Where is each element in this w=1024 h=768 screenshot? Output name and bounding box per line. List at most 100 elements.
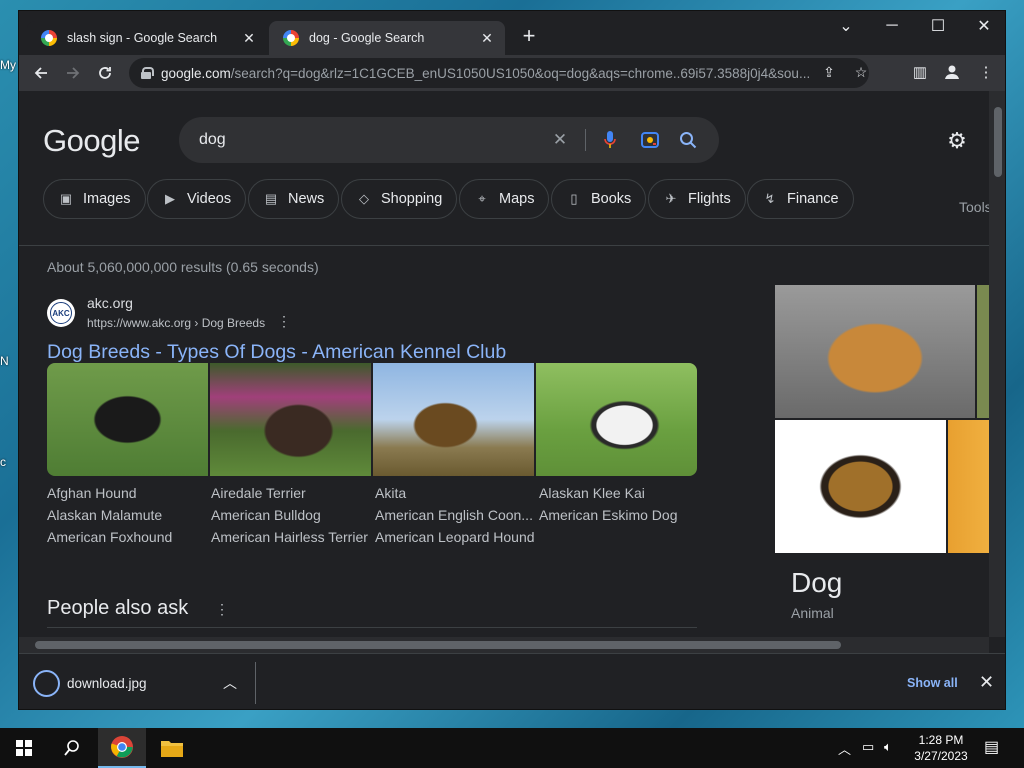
desktop-icon-label[interactable]: My — [0, 58, 16, 72]
minimize-button[interactable]: ─ — [869, 11, 915, 41]
knowledge-panel: Dog Animal — [775, 285, 989, 637]
book-icon: ▯ — [570, 191, 578, 206]
breed-thumbnails — [47, 363, 697, 476]
tag-icon: ◇ — [359, 191, 369, 206]
search-icon[interactable] — [677, 129, 699, 151]
tab-slash-sign[interactable]: slash sign - Google Search ✕ — [27, 21, 267, 55]
result-more-icon[interactable]: ⋮ — [277, 313, 291, 330]
breed-link[interactable]: American Foxhound — [47, 529, 172, 545]
desktop-icon-label[interactable]: N — [0, 354, 9, 368]
bookmark-star-icon[interactable]: ☆ — [851, 64, 871, 81]
download-progress-icon — [33, 670, 60, 697]
browser-menu-icon[interactable]: ⋮ — [975, 63, 997, 83]
tools-button[interactable]: Tools — [959, 199, 989, 215]
windows-start-icon[interactable] — [0, 728, 48, 768]
search-divider — [585, 129, 586, 151]
notifications-icon[interactable]: ▤ — [984, 737, 999, 757]
thumbnail-alaskan-klee-kai[interactable] — [536, 363, 697, 476]
settings-gear-icon[interactable]: ⚙ — [945, 129, 969, 153]
image-icon: ▣ — [59, 191, 73, 206]
close-window-button[interactable]: ✕ — [961, 11, 1005, 41]
search-query[interactable]: dog — [199, 131, 226, 149]
breed-link[interactable]: Alaskan Klee Kai — [539, 485, 645, 501]
news-icon: ▤ — [264, 191, 278, 206]
thumbnail-afghan-hound[interactable] — [47, 363, 208, 476]
breed-link[interactable]: American Bulldog — [211, 507, 321, 523]
volume-icon[interactable]: 🔈︎ — [884, 739, 892, 755]
kp-image-german-shepherd[interactable] — [775, 420, 946, 553]
chip-shopping[interactable]: ◇ Shopping — [341, 179, 458, 219]
windows-taskbar: ︿ ▭ 🔈︎ 1:28 PM 3/27/2023 ▤ — [0, 728, 1024, 768]
taskbar-clock[interactable]: 1:28 PM 3/27/2023 — [906, 732, 976, 764]
google-logo[interactable]: Google — [43, 123, 140, 159]
breed-link[interactable]: American Hairless Terrier — [211, 529, 368, 545]
close-download-bar-icon[interactable]: ✕ — [979, 672, 994, 693]
result-site-name[interactable]: akc.org — [87, 295, 133, 311]
chip-news[interactable]: ▤ News — [248, 179, 340, 219]
breed-link[interactable]: American Leopard Hound — [375, 529, 535, 545]
chip-flights[interactable]: ✈ Flights — [648, 179, 746, 219]
video-icon: ▶ — [165, 191, 175, 206]
breed-link[interactable]: Akita — [375, 485, 406, 501]
clear-icon[interactable]: ✕ — [549, 129, 571, 151]
chip-images[interactable]: ▣ Images — [43, 179, 146, 219]
chip-books[interactable]: ▯ Books — [551, 179, 647, 219]
chip-videos[interactable]: ▶ Videos — [147, 179, 247, 219]
breed-link[interactable]: Airedale Terrier — [211, 485, 306, 501]
close-tab-icon[interactable]: ✕ — [479, 30, 495, 47]
profile-icon[interactable] — [941, 63, 963, 83]
reload-icon[interactable] — [91, 59, 119, 87]
breed-link[interactable]: Afghan Hound — [47, 485, 137, 501]
header-divider — [19, 245, 989, 246]
scrollbar-thumb[interactable] — [35, 641, 841, 649]
forward-arrow-icon[interactable] — [59, 59, 87, 87]
plane-icon: ✈ — [665, 191, 677, 206]
download-filename[interactable]: download.jpg — [67, 676, 147, 691]
side-panel-icon[interactable]: ▥ — [909, 63, 931, 83]
kp-image-partial[interactable] — [977, 285, 989, 418]
chip-finance[interactable]: ↯ Finance — [747, 179, 854, 219]
search-input[interactable]: dog ✕ — [179, 117, 719, 163]
kp-title: Dog — [791, 567, 843, 598]
network-icon[interactable]: ▭ — [862, 739, 874, 755]
google-favicon-icon — [283, 30, 299, 46]
download-bar: download.jpg ︿ Show all ✕ — [19, 653, 1005, 709]
close-tab-icon[interactable]: ✕ — [241, 30, 257, 47]
tray-chevron-up-icon[interactable]: ︿ — [838, 739, 851, 758]
share-icon[interactable]: ⇪ — [819, 64, 839, 81]
page-content: Google dog ✕ ⚙ ▣ Images ▶ Videos ▤ News ◇ Sh… — [19, 91, 989, 637]
taskbar-search-icon[interactable] — [48, 728, 96, 768]
file-explorer-icon[interactable] — [148, 728, 196, 768]
breed-link[interactable]: American Eskimo Dog — [539, 507, 678, 523]
desktop-icon-label[interactable]: c — [0, 455, 6, 469]
thumbnail-airedale-terrier[interactable] — [210, 363, 371, 476]
lock-icon[interactable] — [141, 67, 154, 79]
camera-lens-icon[interactable] — [639, 129, 661, 151]
new-tab-button[interactable]: + — [517, 25, 541, 49]
kp-image-golden-retriever[interactable] — [775, 285, 975, 418]
breed-link[interactable]: American English Coon... — [375, 507, 533, 523]
back-arrow-icon[interactable] — [27, 59, 55, 87]
chrome-taskbar-icon[interactable] — [98, 728, 146, 768]
paa-more-icon[interactable]: ⋮ — [215, 601, 229, 618]
address-bar[interactable]: google.com/search?q=dog&rlz=1C1GCEB_enUS… — [129, 58, 869, 88]
browser-window: slash sign - Google Search ✕ dog - Googl… — [18, 10, 1006, 710]
tab-title: slash sign - Google Search — [67, 31, 218, 45]
chevron-up-icon[interactable]: ︿ — [223, 673, 237, 693]
tab-dog[interactable]: dog - Google Search ✕ — [269, 21, 505, 55]
breed-link[interactable]: Alaskan Malamute — [47, 507, 162, 523]
horizontal-scrollbar[interactable] — [19, 637, 989, 653]
thumbnail-akita[interactable] — [373, 363, 534, 476]
kp-image-partial-2[interactable] — [948, 420, 989, 553]
microphone-icon[interactable] — [599, 129, 621, 151]
google-favicon-icon — [41, 30, 57, 46]
result-cite[interactable]: https://www.akc.org › Dog Breeds — [87, 316, 265, 330]
show-all-downloads-button[interactable]: Show all — [907, 676, 958, 690]
result-title-link[interactable]: Dog Breeds - Types Of Dogs - American Ke… — [47, 341, 506, 364]
vertical-scrollbar[interactable] — [989, 91, 1005, 637]
tab-search-button[interactable]: ⌄ — [823, 11, 869, 41]
chip-maps[interactable]: ⌖ Maps — [459, 179, 550, 219]
maximize-button[interactable]: ☐ — [915, 11, 961, 41]
akc-favicon-icon[interactable]: AKC — [47, 299, 75, 327]
scrollbar-thumb[interactable] — [994, 107, 1002, 177]
